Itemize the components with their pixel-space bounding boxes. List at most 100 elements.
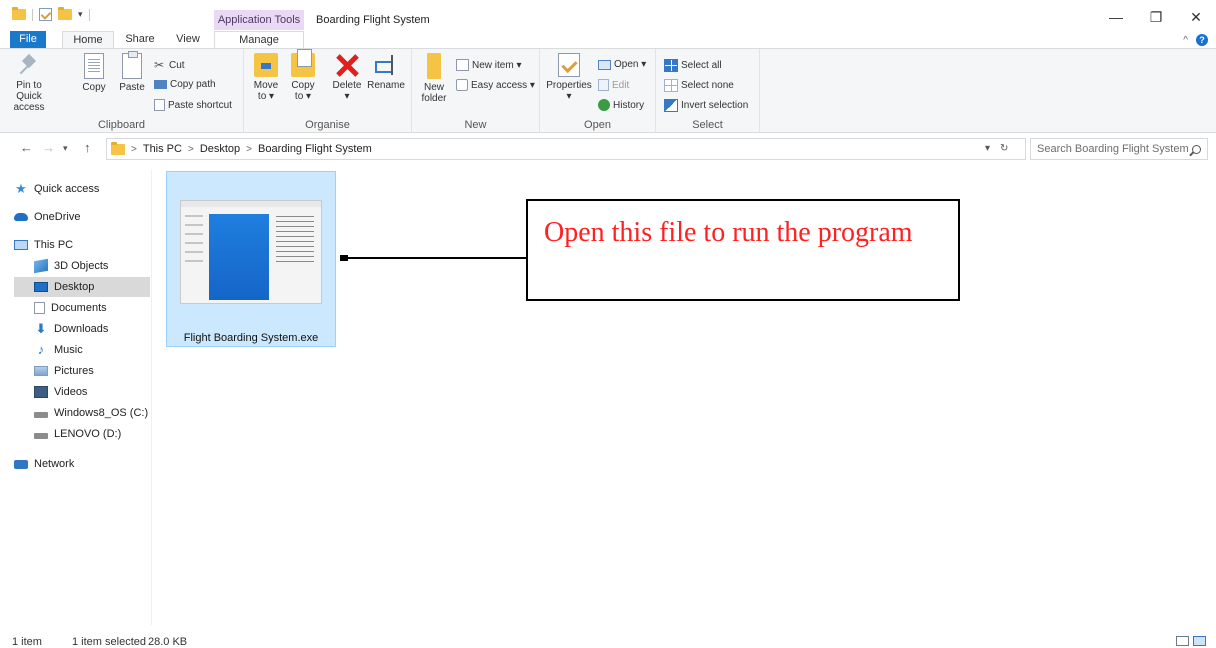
move-to-button[interactable]: Move to ▾ (250, 53, 282, 102)
select-none-button[interactable]: Select none (664, 79, 734, 92)
nav-item-documents[interactable]: Documents (34, 298, 150, 318)
properties-button[interactable]: Properties ▾ (544, 53, 594, 102)
edit-label: Edit (612, 79, 630, 91)
nav-item-downloads[interactable]: ⬇ Downloads (34, 319, 150, 339)
refresh-icon[interactable]: ↻ (1000, 143, 1008, 154)
open-group-label: Open (584, 119, 611, 131)
tab-file[interactable]: File (10, 31, 46, 48)
restore-button[interactable]: ❐ (1136, 6, 1176, 28)
close-button[interactable]: ✕ (1176, 6, 1216, 28)
breadcrumb-boarding-flight-system[interactable]: Boarding Flight System (258, 143, 372, 155)
edit-button[interactable]: Edit (598, 79, 629, 91)
nav-item-drive-c[interactable]: Windows8_OS (C:) (34, 403, 150, 423)
nav-item-pictures[interactable]: Pictures (34, 361, 150, 381)
up-arrow-icon[interactable]: ↑ (84, 140, 91, 155)
delete-label: Delete (332, 80, 362, 91)
new-folder-icon[interactable] (58, 7, 72, 20)
cut-label: Cut (169, 59, 185, 71)
paste-shortcut-label: Paste shortcut (168, 99, 232, 111)
copy-button[interactable]: Copy (80, 53, 108, 93)
copy-path-button[interactable]: Copy path (154, 79, 216, 90)
nav-label: Pictures (54, 365, 94, 377)
tab-view[interactable]: View (168, 31, 208, 48)
nav-item-this-pc[interactable]: This PC (14, 235, 150, 255)
nav-label: Videos (54, 386, 88, 398)
open-label: Open ▾ (614, 59, 647, 70)
search-placeholder: Search Boarding Flight System (1037, 143, 1189, 155)
tab-share[interactable]: Share (120, 31, 160, 48)
address-bar[interactable]: > This PC > Desktop > Boarding Flight Sy… (106, 138, 1026, 160)
new-item-button[interactable]: New item ▾ (456, 59, 521, 71)
easy-access-button[interactable]: Easy access ▾ (456, 79, 535, 91)
pin-to-quick-access-button[interactable]: Pin to Quick access (4, 53, 54, 113)
status-selected-count: 1 item selected (72, 636, 146, 648)
new-folder-button[interactable]: New folder (418, 53, 450, 104)
paste-shortcut-button[interactable]: Paste shortcut (154, 99, 232, 111)
breadcrumb-separator: > (131, 143, 137, 155)
minimize-button[interactable]: — (1096, 6, 1136, 28)
forward-arrow-icon[interactable]: → (42, 140, 55, 155)
large-icons-view-icon[interactable] (1193, 636, 1206, 646)
nav-item-desktop[interactable]: Desktop (14, 277, 150, 297)
edit-icon (598, 79, 609, 91)
properties-icon[interactable] (39, 8, 52, 21)
address-history-chevron-icon[interactable]: ▾ (985, 143, 990, 154)
easy-access-label: Easy access ▾ (471, 79, 535, 91)
application-thumbnail-icon (180, 200, 322, 304)
computer-icon (14, 240, 28, 250)
rename-button[interactable]: Rename (366, 53, 406, 91)
star-icon: ★ (15, 181, 27, 196)
annotation-callout: Open this file to run the program (526, 199, 960, 301)
paste-shortcut-icon (154, 99, 165, 111)
select-all-button[interactable]: Select all (664, 59, 722, 72)
ribbon-help-area: ^ ? (1183, 34, 1208, 46)
select-none-label: Select none (681, 80, 734, 91)
nav-label: Windows8_OS (C:) (54, 407, 149, 419)
address-tail: ▾ ↻ (985, 143, 1008, 154)
tab-home[interactable]: Home (62, 31, 114, 49)
breadcrumb-desktop[interactable]: Desktop (200, 143, 240, 155)
customize-qat-dropdown-icon[interactable]: ▾ (78, 9, 83, 20)
help-icon[interactable]: ? (1196, 34, 1208, 46)
nav-label: Documents (51, 302, 107, 314)
copy-to-label-line2: to ▾ (294, 91, 312, 102)
application-tools-context-tab: Application Tools (214, 10, 304, 30)
properties-dropdown-icon: ▾ (566, 91, 572, 102)
nav-item-videos[interactable]: Videos (34, 382, 150, 402)
clipboard-group-label: Clipboard (97, 119, 146, 131)
nav-item-quick-access[interactable]: ★ Quick access (14, 179, 150, 199)
window-title: Boarding Flight System (316, 14, 430, 26)
search-input[interactable]: Search Boarding Flight System (1030, 138, 1208, 160)
tab-manage[interactable]: Manage (214, 31, 304, 49)
minimize-ribbon-chevron-icon[interactable]: ^ (1183, 35, 1188, 46)
annotation-text: Open this file to run the program (544, 217, 913, 248)
nav-item-drive-d[interactable]: LENOVO (D:) (34, 424, 150, 444)
new-item-icon (456, 59, 469, 71)
nav-item-network[interactable]: Network (14, 454, 150, 474)
history-button[interactable]: History (598, 99, 644, 111)
open-icon (598, 59, 611, 70)
file-item-selected[interactable]: Flight Boarding System.exe (166, 171, 336, 347)
nav-label: Music (54, 344, 83, 356)
new-folder-label-line2: folder (421, 93, 447, 104)
recent-locations-chevron-icon[interactable]: ▾ (63, 143, 68, 154)
clipboard-group: Pin to Quick access Copy Paste ✂ Cut Cop… (0, 49, 244, 133)
details-view-icon[interactable] (1176, 636, 1189, 646)
nav-item-onedrive[interactable]: OneDrive (14, 207, 150, 227)
copy-to-label-line1: Copy (291, 80, 315, 91)
breadcrumb-this-pc[interactable]: This PC (143, 143, 182, 155)
back-arrow-icon[interactable]: ← (20, 140, 33, 155)
open-button[interactable]: Open ▾ (598, 59, 646, 70)
invert-selection-button[interactable]: Invert selection (664, 99, 748, 112)
status-bar: 1 item 1 item selected 28.0 KB (0, 632, 1216, 648)
paste-button[interactable]: Paste (117, 51, 147, 93)
nav-item-3d-objects[interactable]: 3D Objects (34, 256, 150, 276)
cut-button[interactable]: ✂ Cut (154, 59, 185, 71)
nav-item-music[interactable]: ♪ Music (34, 340, 150, 360)
copy-to-button[interactable]: Copy to ▾ (288, 49, 318, 102)
select-none-icon (664, 79, 678, 92)
new-folder-label-line1: New (423, 82, 444, 93)
music-note-icon: ♪ (37, 342, 45, 357)
pin-icon (19, 53, 39, 77)
delete-button[interactable]: Delete ▾ (330, 53, 364, 102)
